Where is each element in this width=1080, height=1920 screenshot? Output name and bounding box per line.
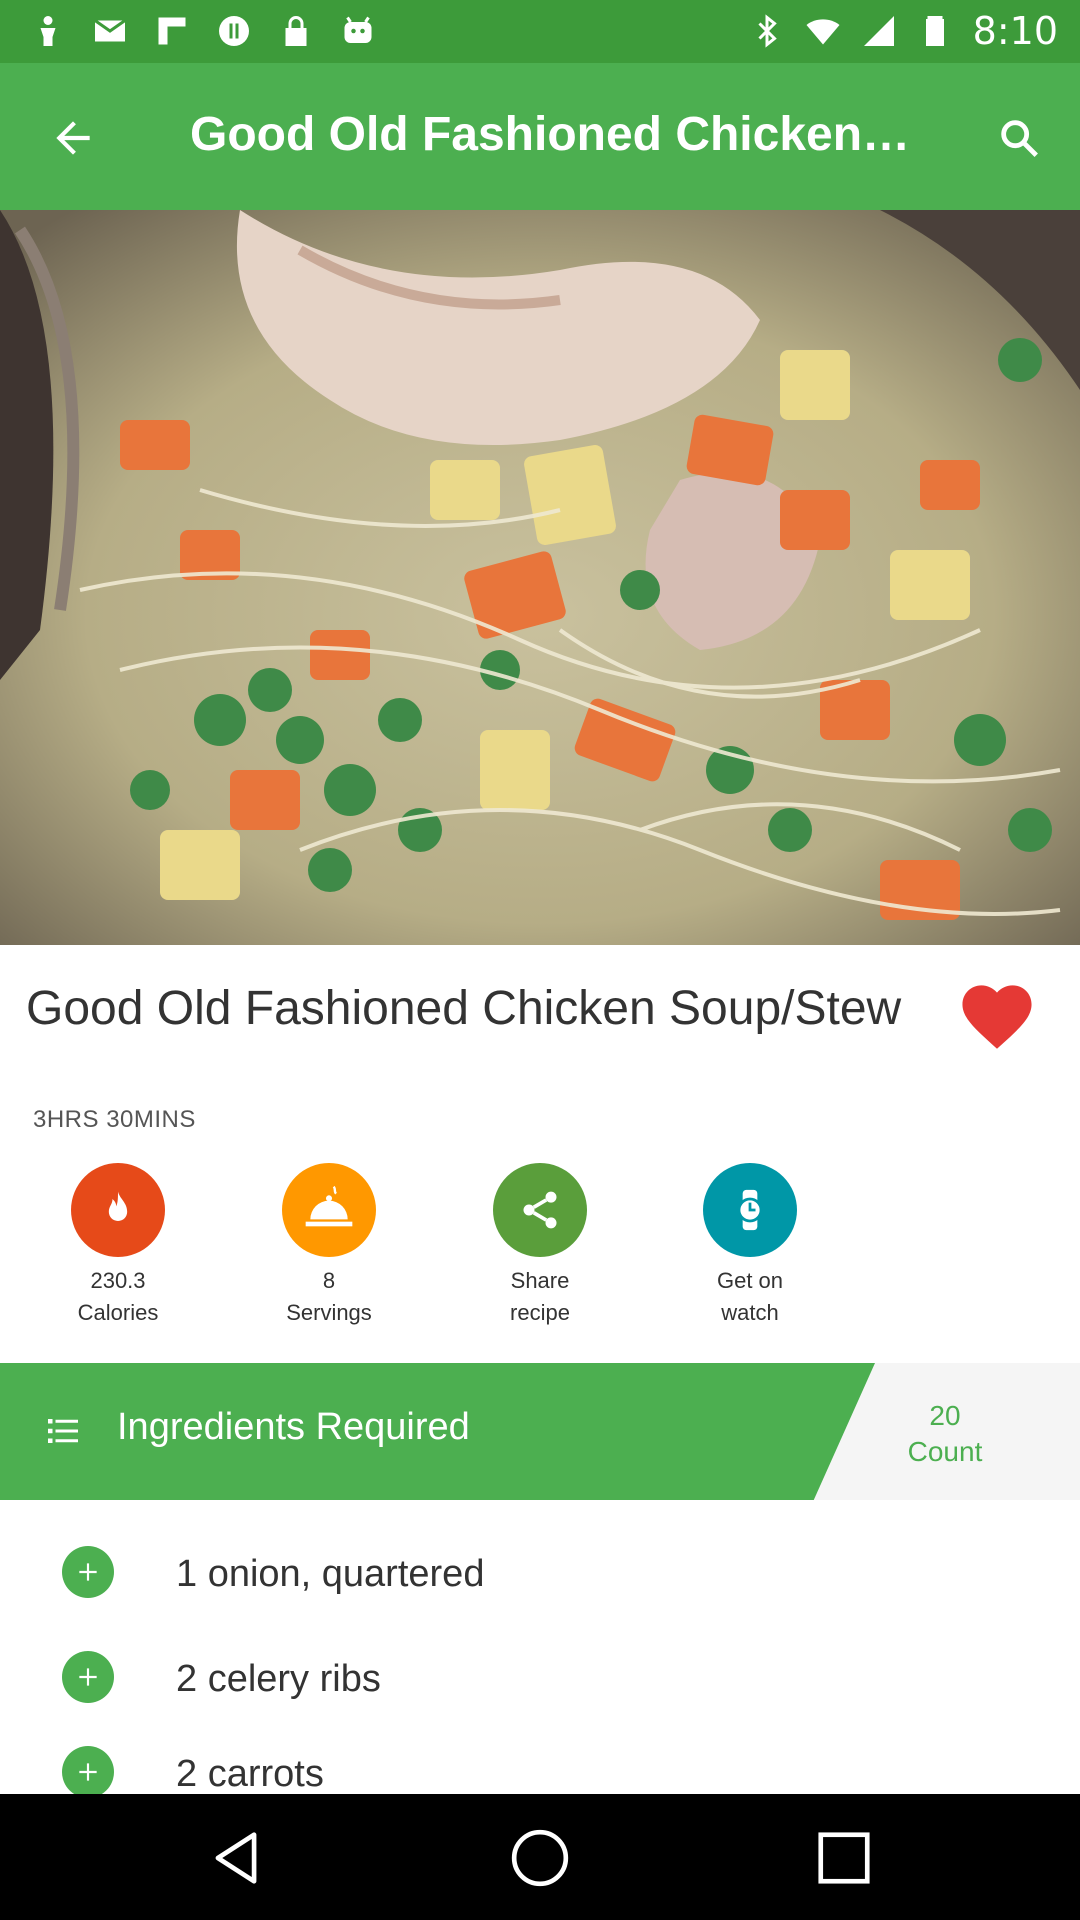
servings-stat: 8 Servings: [229, 1163, 429, 1329]
servings-label: Servings: [286, 1300, 372, 1325]
list-item: 2 carrots: [0, 1720, 1080, 1794]
app-bar: Good Old Fashioned Chicken…: [0, 63, 1080, 210]
ingredients-title: Ingredients Required: [117, 1406, 470, 1448]
page-title: Good Old Fashioned Chicken…: [190, 108, 911, 161]
ingredients-count-value: 20: [929, 1400, 961, 1431]
heart-icon[interactable]: [955, 975, 1039, 1051]
ingredient-list: 1 onion, quartered 2 celery ribs 2 carro…: [0, 1520, 1080, 1794]
status-bar: 8:10: [0, 0, 1080, 63]
ingredient-text: 2 celery ribs: [176, 1658, 381, 1700]
recents-nav-icon[interactable]: [813, 1827, 875, 1889]
share-icon[interactable]: [493, 1163, 587, 1257]
recipe-stats: 230.3 Calories 8 Servings Share recipe G…: [0, 1163, 1080, 1333]
signal-icon: [863, 16, 894, 46]
calories-label: Calories: [77, 1300, 159, 1325]
ingredients-count-label: Count: [907, 1436, 983, 1467]
back-arrow-icon[interactable]: [48, 113, 98, 163]
add-icon[interactable]: [62, 1546, 114, 1598]
watch-icon[interactable]: [703, 1163, 797, 1257]
add-icon[interactable]: [62, 1651, 114, 1703]
flame-icon: [71, 1163, 165, 1257]
wifi-icon: [806, 19, 840, 45]
recipe-title: Good Old Fashioned Chicken Soup/Stew: [26, 982, 902, 1035]
share-label-line1: Share: [510, 1268, 570, 1293]
soundwave-icon: [219, 16, 249, 46]
mail-icon: [94, 19, 126, 42]
person-icon: [40, 16, 56, 46]
calories-stat: 230.3 Calories: [18, 1163, 218, 1329]
watch-label-line1: Get on: [716, 1268, 784, 1293]
battery-icon: [925, 16, 944, 46]
bluetooth-icon: [758, 14, 777, 48]
flipboard-icon: [158, 17, 186, 45]
recipe-image: [0, 210, 1080, 945]
watch-label-line2: watch: [721, 1300, 779, 1325]
share-recipe-button[interactable]: Share recipe: [440, 1163, 640, 1329]
navigation-bar: [0, 1794, 1080, 1920]
watch-button[interactable]: Get on watch: [650, 1163, 850, 1329]
list-icon: [48, 1419, 78, 1443]
servings-value: 8: [322, 1268, 336, 1293]
android-icon: [344, 16, 372, 43]
list-item: 1 onion, quartered: [0, 1520, 1080, 1625]
cloche-icon: [282, 1163, 376, 1257]
add-icon[interactable]: [62, 1746, 114, 1794]
ingredient-text: 2 carrots: [176, 1753, 324, 1794]
list-item: 2 celery ribs: [0, 1625, 1080, 1730]
calories-value: 230.3: [90, 1268, 146, 1293]
clock-time: 8:10: [972, 9, 1058, 53]
ingredient-text: 1 onion, quartered: [176, 1553, 485, 1595]
back-nav-icon[interactable]: [205, 1827, 267, 1889]
lock-icon: [285, 16, 307, 46]
search-icon[interactable]: [996, 115, 1042, 161]
home-nav-icon[interactable]: [509, 1827, 571, 1889]
ingredients-count: 20 Count: [875, 1398, 1015, 1470]
recipe-duration: 3HRS 30MINS: [33, 1106, 196, 1133]
share-label-line2: recipe: [510, 1300, 570, 1325]
ingredients-header: Ingredients Required 20 Count: [0, 1363, 1080, 1500]
